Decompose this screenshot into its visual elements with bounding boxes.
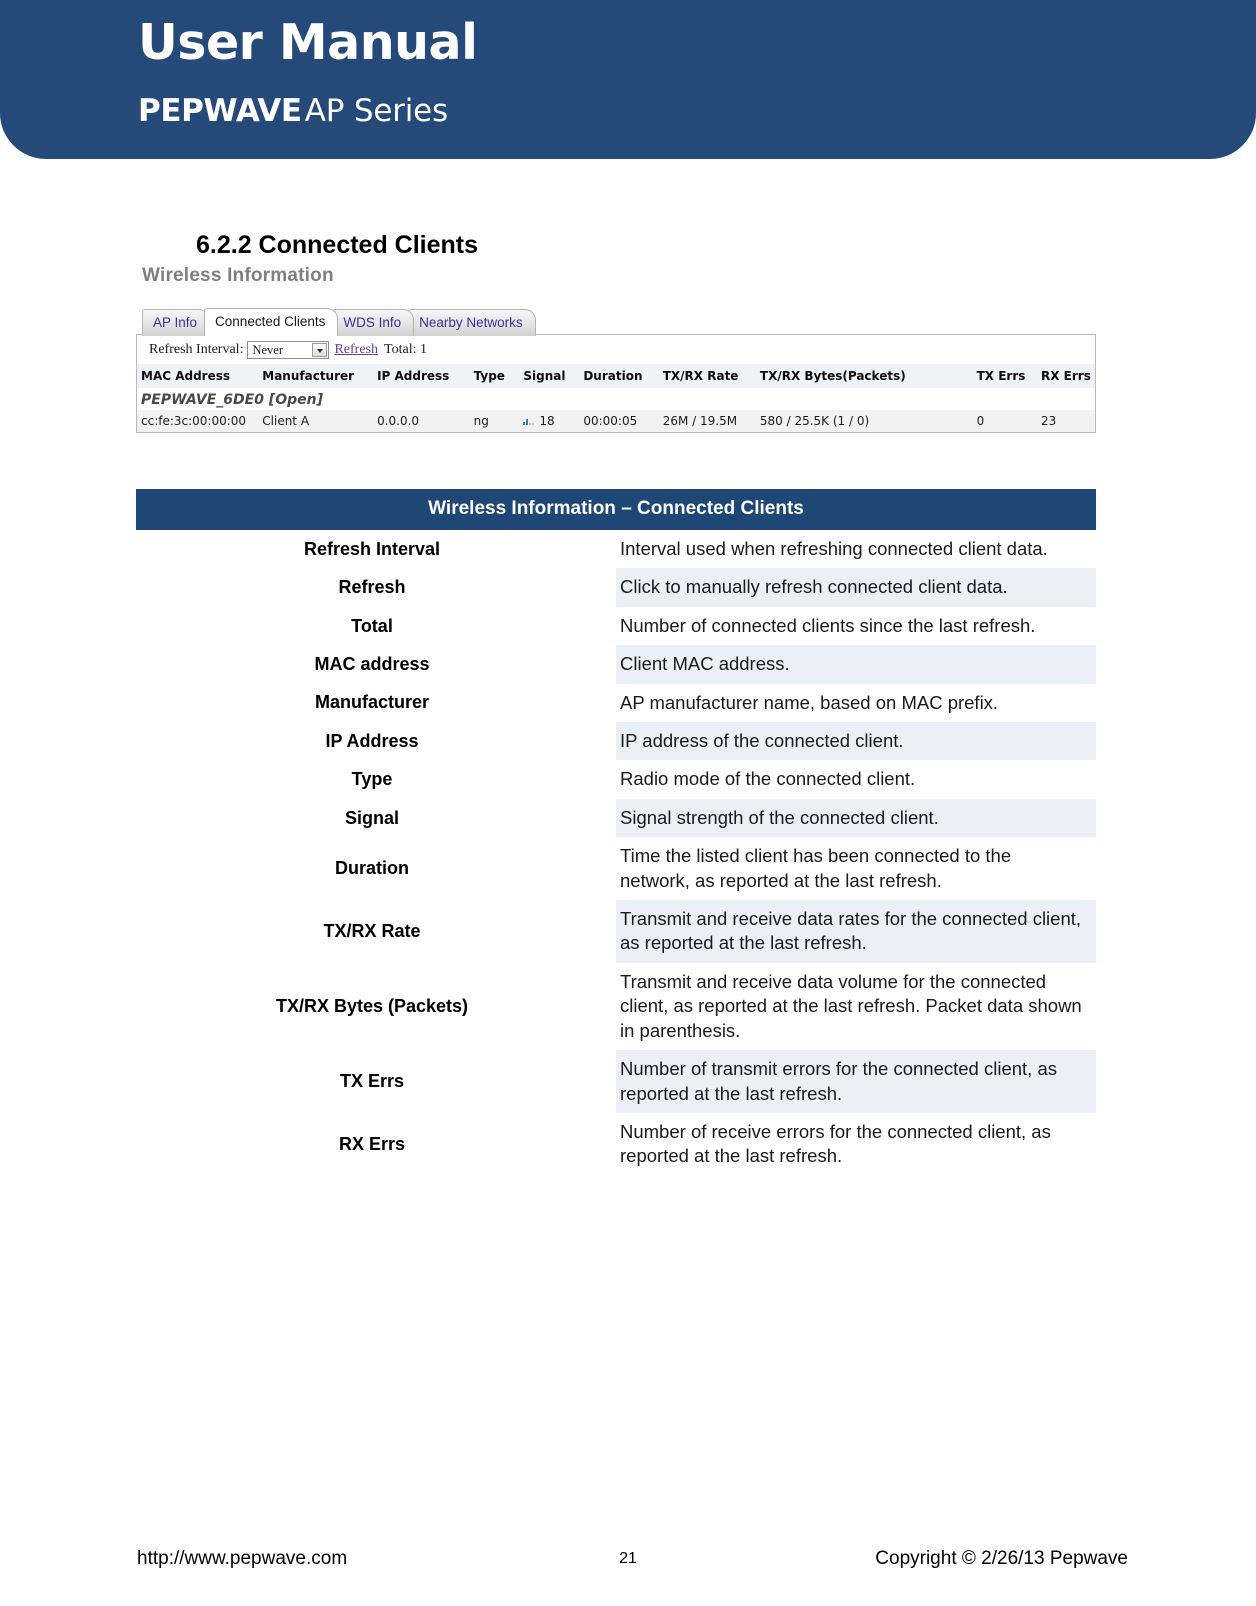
col-mac-address: MAC Address bbox=[137, 364, 259, 388]
tab-connected-clients[interactable]: Connected Clients bbox=[204, 308, 339, 336]
desc-key-manufacturer: Manufacturer bbox=[314, 692, 430, 713]
desc-key-refresh-interval: Refresh Interval bbox=[303, 538, 441, 559]
desc-value-mac-address: Client MAC address. bbox=[616, 645, 1096, 684]
cell-txrx-rate: 26M / 19.5M bbox=[658, 410, 756, 432]
desc-value-txrx-bytes: Transmit and receive data volume for the… bbox=[620, 970, 1082, 1041]
col-txrx-bytes: TX/RX Bytes(Packets) bbox=[755, 364, 973, 388]
col-tx-errs: TX Errs bbox=[972, 364, 1037, 388]
desc-row-tx-errs: TX Errs Number of transmit errors for th… bbox=[136, 1050, 1096, 1113]
connected-clients-table: MAC Address Manufacturer IP Address Type… bbox=[137, 364, 1095, 432]
desc-key-duration: Duration bbox=[335, 858, 409, 879]
desc-key-rx-errs: RX Errs bbox=[338, 1133, 406, 1154]
total-count: Total: 1 bbox=[384, 342, 427, 358]
cell-manufacturer: Client A bbox=[258, 410, 374, 432]
desc-row-refresh: Refresh Click to manually refresh connec… bbox=[136, 568, 1096, 607]
desc-key-total: Total bbox=[351, 615, 393, 636]
desc-key-type: Type bbox=[351, 769, 393, 790]
table-row[interactable]: cc:fe:3c:00:00:00 Client A 0.0.0.0 ng 18… bbox=[137, 410, 1095, 432]
desc-row-txrx-bytes: TX/RX Bytes (Packets) Transmit and recei… bbox=[136, 963, 1096, 1050]
cell-type: ng bbox=[469, 410, 520, 432]
desc-row-mac-address: MAC address Client MAC address. bbox=[136, 645, 1096, 684]
section-heading: 6.2.2 Connected Clients bbox=[196, 231, 479, 259]
desc-value-refresh-interval: Interval used when refreshing connected … bbox=[620, 538, 1048, 559]
tab-bar: AP Info Connected Clients WDS Info Nearby N… bbox=[136, 308, 1096, 336]
col-txrx-rate: TX/RX Rate bbox=[658, 364, 756, 388]
desc-table-header-row: Wireless Information – Connected Clients bbox=[136, 489, 1096, 530]
desc-value-manufacturer: AP manufacturer name, based on MAC prefi… bbox=[620, 691, 999, 713]
signal-value: 18 bbox=[539, 414, 555, 428]
col-type: Type bbox=[469, 364, 520, 388]
series-name: AP Series bbox=[304, 93, 448, 129]
desc-key-txrx-bytes: TX/RX Bytes (Packets) bbox=[275, 995, 469, 1016]
footer-copyright: Copyright © 2/26/13 Pepwave bbox=[875, 1548, 1128, 1569]
desc-value-tx-errs: Number of transmit errors for the connec… bbox=[616, 1050, 1096, 1113]
cell-txrx-bytes: 580 / 25.5K (1 / 0) bbox=[755, 410, 973, 432]
col-ip-address: IP Address bbox=[373, 364, 470, 388]
desc-key-txrx-rate: TX/RX Rate bbox=[323, 920, 421, 941]
desc-row-signal: Signal Signal strength of the connected … bbox=[136, 798, 1096, 838]
embedded-screenshot: Wireless Information AP Info Connected Cl… bbox=[136, 265, 1096, 433]
desc-row-rx-errs: RX Errs Number of receive errors for the… bbox=[136, 1113, 1096, 1176]
desc-key-signal: Signal bbox=[344, 807, 399, 828]
col-signal: Signal bbox=[519, 364, 580, 388]
desc-value-duration: Time the listed client has been connecte… bbox=[620, 845, 1012, 891]
cell-mac-address: cc:fe:3c:00:00:00 bbox=[137, 410, 259, 432]
desc-value-refresh: Click to manually refresh connected clie… bbox=[616, 568, 1096, 607]
col-duration: Duration bbox=[579, 364, 659, 388]
product-line: PEPWAVEAP Series bbox=[138, 96, 448, 127]
desc-row-total: Total Number of connected clients since … bbox=[136, 607, 1096, 645]
signal-bars-icon bbox=[523, 418, 535, 425]
refresh-interval-label: Refresh Interval: bbox=[149, 342, 244, 358]
page-footer: http://www.pepwave.com 21 Copyright © 2/… bbox=[0, 1548, 1256, 1588]
screenshot-title: Wireless Information bbox=[142, 265, 334, 286]
col-rx-errs: RX Errs bbox=[1036, 364, 1095, 388]
desc-key-tx-errs: TX Errs bbox=[339, 1071, 405, 1091]
desc-value-rx-errs: Number of receive errors for the connect… bbox=[620, 1120, 1051, 1167]
desc-value-signal: Signal strength of the connected client. bbox=[616, 798, 1096, 838]
desc-key-refresh: Refresh bbox=[338, 577, 406, 598]
desc-row-ip-address: IP Address IP address of the connected c… bbox=[136, 722, 1096, 761]
chevron-down-icon[interactable] bbox=[312, 343, 328, 357]
field-description-table: Wireless Information – Connected Clients… bbox=[136, 489, 1096, 1176]
refresh-interval-select[interactable]: Never bbox=[247, 341, 330, 359]
desc-value-ip-address: IP address of the connected client. bbox=[616, 722, 1096, 761]
cell-signal: 18 bbox=[519, 410, 580, 432]
cell-tx-errs: 0 bbox=[972, 410, 1037, 432]
desc-value-type: Radio mode of the connected client. bbox=[620, 768, 916, 790]
manual-title: User Manual bbox=[138, 14, 478, 71]
refresh-interval-value: Never bbox=[252, 343, 284, 357]
table-header-row: MAC Address Manufacturer IP Address Type… bbox=[137, 364, 1095, 388]
desc-value-txrx-rate: Transmit and receive data rates for the … bbox=[616, 900, 1096, 963]
brand-name: PEPWAVE bbox=[138, 93, 302, 129]
cell-rx-errs: 23 bbox=[1036, 410, 1095, 432]
desc-key-ip-address: IP Address bbox=[325, 730, 419, 751]
connected-clients-panel: Refresh Interval: Never Refresh Total: 1 MA… bbox=[136, 334, 1096, 433]
desc-table-title: Wireless Information – Connected Clients bbox=[136, 489, 1096, 530]
refresh-link[interactable]: Refresh bbox=[334, 342, 378, 357]
col-manufacturer: Manufacturer bbox=[258, 364, 374, 388]
desc-row-type: Type Radio mode of the connected client. bbox=[136, 760, 1096, 798]
desc-row-manufacturer: Manufacturer AP manufacturer name, based… bbox=[136, 684, 1096, 722]
desc-row-txrx-rate: TX/RX Rate Transmit and receive data rat… bbox=[136, 900, 1096, 963]
cell-ip-address: 0.0.0.0 bbox=[373, 410, 470, 432]
desc-key-mac-address: MAC address bbox=[314, 653, 430, 674]
refresh-toolbar: Refresh Interval: Never Refresh Total: 1 bbox=[137, 335, 1095, 364]
desc-row-refresh-interval: Refresh Interval Interval used when refr… bbox=[136, 530, 1096, 568]
tab-wds-info[interactable]: WDS Info bbox=[332, 309, 415, 336]
page-header-banner: User Manual PEPWAVEAP Series bbox=[0, 0, 1256, 159]
tab-nearby-networks[interactable]: Nearby Networks bbox=[408, 309, 536, 336]
tab-ap-info[interactable]: AP Info bbox=[142, 309, 211, 336]
ssid-group-row: PEPWAVE_6DE0 [Open] bbox=[137, 388, 1095, 410]
desc-row-duration: Duration Time the listed client has been… bbox=[136, 837, 1096, 900]
ssid-label: PEPWAVE_6DE0 [Open] bbox=[141, 392, 324, 408]
desc-value-total: Number of connected clients since the la… bbox=[620, 614, 1036, 636]
cell-duration: 00:00:05 bbox=[579, 410, 659, 432]
